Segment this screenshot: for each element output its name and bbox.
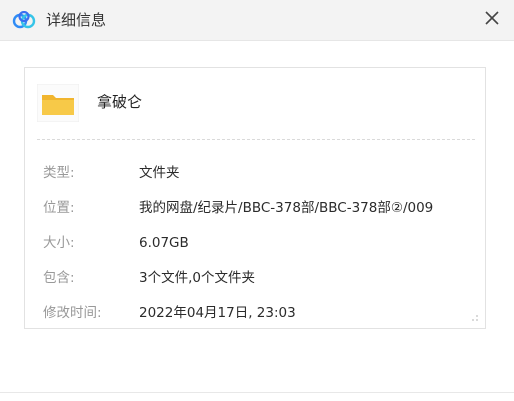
close-icon	[485, 11, 499, 25]
detail-label: 修改时间:	[43, 305, 102, 321]
detail-value: 6.07GB	[139, 235, 189, 251]
detail-row-type: 类型: 文件夹	[43, 162, 473, 184]
detail-row-modified: 修改时间: 2022年04月17日, 23:03	[43, 302, 473, 324]
folder-icon	[37, 84, 79, 122]
detail-value: 文件夹	[139, 165, 180, 181]
detail-row-contains: 包含: 3个文件,0个文件夹	[43, 267, 473, 289]
detail-label: 大小:	[43, 235, 75, 251]
bottom-edge	[0, 392, 514, 401]
resize-grip-icon[interactable]	[467, 310, 479, 322]
detail-label: 包含:	[43, 270, 75, 286]
detail-value: 3个文件,0个文件夹	[139, 270, 255, 286]
dialog-title: 详细信息	[46, 11, 107, 29]
detail-label: 类型:	[43, 165, 75, 181]
title-bar[interactable]: 详细信息	[0, 0, 514, 41]
details-panel: 拿破仑 类型: 文件夹 位置: 我的网盘/纪录片/BBC-378部/BBC-37…	[24, 67, 486, 329]
file-name: 拿破仑	[97, 93, 143, 111]
close-button[interactable]	[478, 4, 506, 32]
detail-row-location: 位置: 我的网盘/纪录片/BBC-378部/BBC-378部②/009	[43, 197, 473, 219]
baidu-netdisk-logo-icon	[12, 11, 36, 29]
location-path[interactable]: 我的网盘/纪录片/BBC-378部/BBC-378部②/009	[139, 197, 433, 219]
detail-label: 位置:	[43, 200, 75, 216]
divider	[37, 139, 475, 140]
detail-value: 2022年04月17日, 23:03	[139, 305, 296, 321]
detail-row-size: 大小: 6.07GB	[43, 232, 473, 254]
file-details-dialog: 详细信息 拿破仑 类型: 文件夹 位置: 我的网盘/纪录片/BBC-378部/B…	[0, 0, 514, 401]
